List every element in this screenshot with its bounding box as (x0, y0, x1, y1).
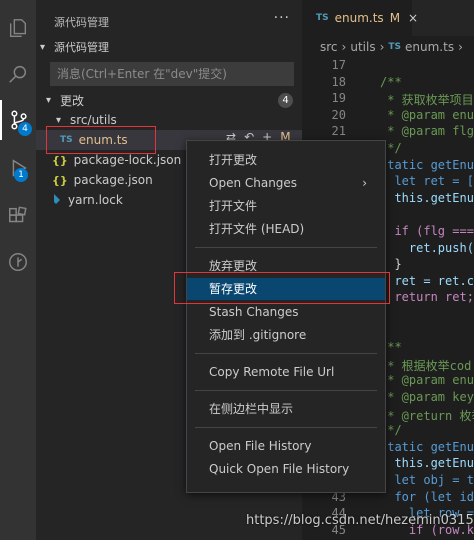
breadcrumb-item[interactable]: enum.ts (405, 40, 454, 54)
line-number: 21 (331, 124, 346, 139)
code-text: if (flg === (380, 224, 474, 238)
code-text: ret.push(- (380, 240, 474, 255)
code-text: static getEnum (380, 157, 474, 172)
code-text: /** (380, 74, 402, 89)
menu-separator (195, 353, 377, 354)
menu-item-reveal-in-sidebar[interactable]: 在侧边栏中显示 (187, 398, 385, 420)
menu-item-open-changes[interactable]: Open Changes › (187, 172, 385, 194)
context-menu: 打开更改 Open Changes › 打开文件 打开文件 (HEAD) 放弃更… (186, 140, 386, 493)
list-item-yarn-lock[interactable]: yarn.lock (52, 190, 123, 210)
chevron-down-icon: ▾ (46, 94, 52, 106)
code-text: * @param flg (380, 124, 474, 139)
code-text: static getEnum (380, 439, 474, 454)
code-text: let ret = []; (394, 174, 474, 189)
tab-label: enum.ts (334, 11, 384, 25)
code-text: let obj = th (380, 473, 474, 487)
list-item-package-lock[interactable]: {} package-lock.json (52, 150, 181, 170)
source-control-icon[interactable] (0, 100, 36, 140)
changes-group[interactable]: ▾ 更改 (46, 90, 296, 110)
sidebar-header: 源代码管理 (54, 16, 109, 29)
code-text: * @param enum (380, 107, 474, 122)
extensions-icon[interactable] (0, 196, 36, 236)
chevron-down-icon: ▾ (40, 41, 46, 53)
menu-separator (195, 390, 377, 391)
file-name: yarn.lock (68, 193, 123, 207)
breadcrumb-item[interactable]: src (320, 40, 338, 54)
line-number: 20 (331, 107, 346, 122)
menu-item-quick-open-file-history[interactable]: Quick Open File History (187, 458, 385, 480)
typescript-file-icon: TS (316, 13, 329, 23)
list-item-package-json[interactable]: {} package.json (52, 170, 153, 190)
menu-item-add-gitignore[interactable]: 添加到 .gitignore (187, 324, 385, 346)
section-header[interactable]: ▾ 源代码管理 (40, 37, 109, 57)
folder-label: src/utils (70, 113, 117, 127)
code-text: * @param key (380, 390, 474, 404)
chevron-right-icon: › (341, 40, 347, 54)
menu-separator (195, 247, 377, 248)
breadcrumb: src › utils › TS enum.ts › (302, 36, 474, 58)
changes-label: 更改 (60, 93, 85, 108)
more-actions-icon[interactable]: ··· (274, 10, 290, 26)
typescript-file-icon: TS (388, 42, 402, 52)
changes-count-badge: 4 (278, 93, 293, 108)
menu-item-stash-changes[interactable]: Stash Changes (187, 301, 385, 323)
line-number: 17 (331, 58, 346, 72)
json-file-icon: {} (52, 153, 68, 167)
menu-item-copy-remote-url[interactable]: Copy Remote File Url (187, 361, 385, 383)
code-text: * 获取枚举项目 (380, 93, 474, 108)
files-icon[interactable] (0, 8, 36, 48)
chevron-down-icon: ▾ (56, 114, 62, 126)
source-control-badge: 4 (18, 122, 32, 136)
line-number: 19 (331, 91, 346, 106)
code-text: ret = ret.co (380, 273, 474, 288)
code-text: this.getEnum (380, 190, 474, 205)
breadcrumb-item[interactable]: utils (350, 40, 375, 54)
annotation-box (174, 272, 390, 304)
menu-item-open-file-head[interactable]: 打开文件 (HEAD) (187, 218, 385, 240)
watermark: https://blog.csdn.net/hezemin0315 (246, 513, 474, 528)
debug-badge: 1 (14, 168, 28, 182)
menu-item-open-file[interactable]: 打开文件 (187, 195, 385, 217)
code-text: * @return 枚举 (380, 408, 474, 423)
tab-status: M (389, 11, 401, 25)
menu-item-open-file-history[interactable]: Open File History (187, 435, 385, 457)
search-icon[interactable] (0, 54, 36, 94)
menu-item-label: Open Changes (209, 176, 298, 190)
json-file-icon: {} (52, 173, 68, 187)
close-icon[interactable]: × (408, 11, 418, 25)
code-text: for (let id (380, 489, 474, 504)
yarn-file-icon (52, 193, 62, 208)
file-name: package.json (73, 173, 153, 187)
chevron-right-icon: › (379, 40, 385, 54)
line-number: 18 (331, 74, 346, 89)
code-text: return ret; (380, 290, 474, 305)
menu-item-open-changes-cn[interactable]: 打开更改 (187, 149, 385, 171)
chevron-right-icon: › (362, 176, 367, 190)
editor-tab-bar: TS enum.ts M × (302, 0, 474, 36)
activity-bar: 4 1 (0, 0, 36, 540)
code-text: * @param enum (380, 373, 474, 388)
section-title: 源代码管理 (54, 41, 109, 54)
tab-enum-ts[interactable]: TS enum.ts M × (302, 0, 418, 36)
chevron-right-icon: › (458, 40, 463, 54)
git-graph-icon[interactable] (0, 242, 36, 282)
file-name: package-lock.json (73, 153, 182, 167)
commit-message-input[interactable]: 消息(Ctrl+Enter 在"dev"提交) (50, 62, 294, 86)
code-text: * 根据枚举cod (380, 358, 472, 373)
menu-separator (195, 427, 377, 428)
code-text: this.getEnum (380, 456, 474, 471)
